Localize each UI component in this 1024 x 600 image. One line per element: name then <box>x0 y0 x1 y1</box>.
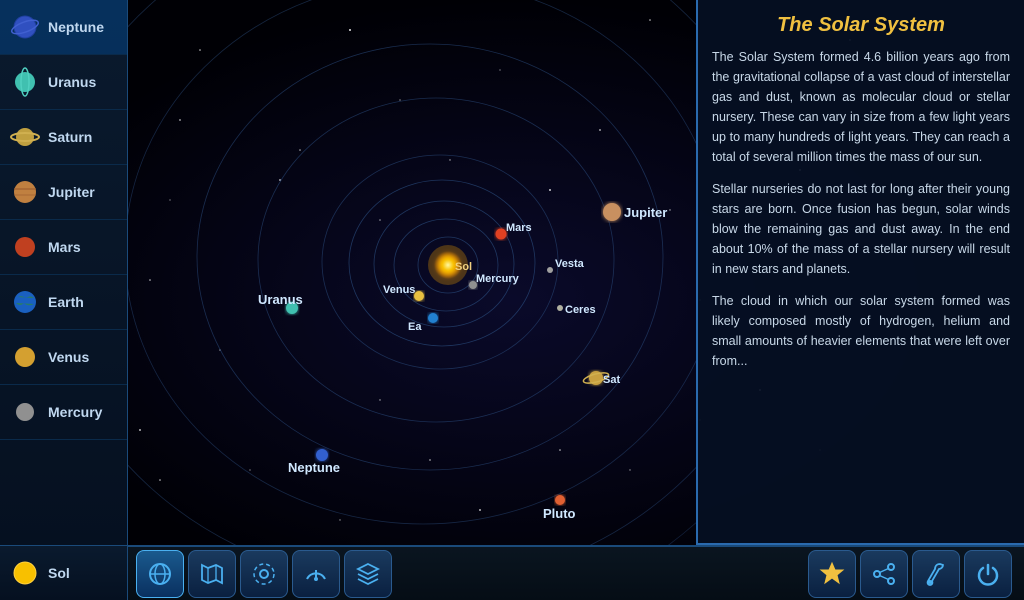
jupiter-icon <box>10 177 40 207</box>
solar-system-map: Mercury Venus Ea Mars Vesta Ceres Jupite… <box>128 0 696 545</box>
sidebar-item-jupiter[interactable]: Jupiter <box>0 165 127 220</box>
settings-button[interactable] <box>240 550 288 598</box>
info-paragraph-1: The Solar System formed 4.6 billion year… <box>712 47 1010 167</box>
svg-text:Sat: Sat <box>603 374 620 386</box>
svg-text:Neptune: Neptune <box>288 460 340 475</box>
venus-icon <box>10 342 40 372</box>
tools-button[interactable] <box>912 550 960 598</box>
share-button[interactable] <box>860 550 908 598</box>
uranus-icon <box>10 67 40 97</box>
svg-text:Ceres: Ceres <box>565 304 596 316</box>
mars-label: Mars <box>48 239 81 255</box>
svg-text:Jupiter: Jupiter <box>624 205 667 220</box>
sol-label: Sol <box>48 565 70 581</box>
bottom-nav-left <box>128 550 808 598</box>
info-paragraph-3: The cloud in which our solar system form… <box>712 291 1010 371</box>
saturn-label: Saturn <box>48 129 92 145</box>
sidebar-item-mars[interactable]: Mars <box>0 220 127 275</box>
sidebar-item-uranus[interactable]: Uranus <box>0 55 127 110</box>
svg-text:Mercury: Mercury <box>476 273 520 285</box>
svg-text:Sol: Sol <box>455 261 472 273</box>
layers-button[interactable] <box>344 550 392 598</box>
info-panel: The Solar System The Solar System formed… <box>696 0 1024 545</box>
sidebar-sol[interactable]: Sol <box>0 545 128 600</box>
svg-text:Mars: Mars <box>506 222 532 234</box>
info-title: The Solar System <box>712 14 1010 37</box>
svg-text:Venus: Venus <box>383 284 415 296</box>
svg-text:Vesta: Vesta <box>555 258 585 270</box>
svg-text:Pluto: Pluto <box>543 506 576 521</box>
neptune-label: Neptune <box>48 19 104 35</box>
svg-text:Ea: Ea <box>408 321 422 333</box>
mars-icon <box>10 232 40 262</box>
info-paragraph-2: Stellar nurseries do not last for long a… <box>712 179 1010 279</box>
sidebar-item-earth[interactable]: Earth <box>0 275 127 330</box>
jupiter-label: Jupiter <box>48 184 95 200</box>
neptune-icon <box>10 12 40 42</box>
power-button[interactable] <box>964 550 1012 598</box>
sidebar-item-sol[interactable]: Sol <box>0 546 127 600</box>
favorites-button[interactable] <box>808 550 856 598</box>
map-button[interactable] <box>188 550 236 598</box>
bottom-nav <box>128 545 1024 600</box>
map-area[interactable]: Mercury Venus Ea Mars Vesta Ceres Jupite… <box>128 0 696 545</box>
mercury-icon <box>10 397 40 427</box>
info-text: The Solar System formed 4.6 billion year… <box>712 47 1010 371</box>
globe-button[interactable] <box>136 550 184 598</box>
gauge-button[interactable] <box>292 550 340 598</box>
earth-icon <box>10 287 40 317</box>
sidebar-item-neptune[interactable]: Neptune <box>0 0 127 55</box>
sidebar: Neptune Uranus Saturn Jupiter Mars Earth <box>0 0 128 555</box>
mercury-label: Mercury <box>48 404 102 420</box>
saturn-icon <box>10 122 40 152</box>
sidebar-item-mercury[interactable]: Mercury <box>0 385 127 440</box>
sidebar-item-venus[interactable]: Venus <box>0 330 127 385</box>
sol-icon <box>10 558 40 588</box>
earth-label: Earth <box>48 294 84 310</box>
uranus-label: Uranus <box>48 74 96 90</box>
svg-text:Uranus: Uranus <box>258 292 303 307</box>
bottom-nav-right <box>808 550 1024 598</box>
sidebar-item-saturn[interactable]: Saturn <box>0 110 127 165</box>
venus-label: Venus <box>48 349 89 365</box>
